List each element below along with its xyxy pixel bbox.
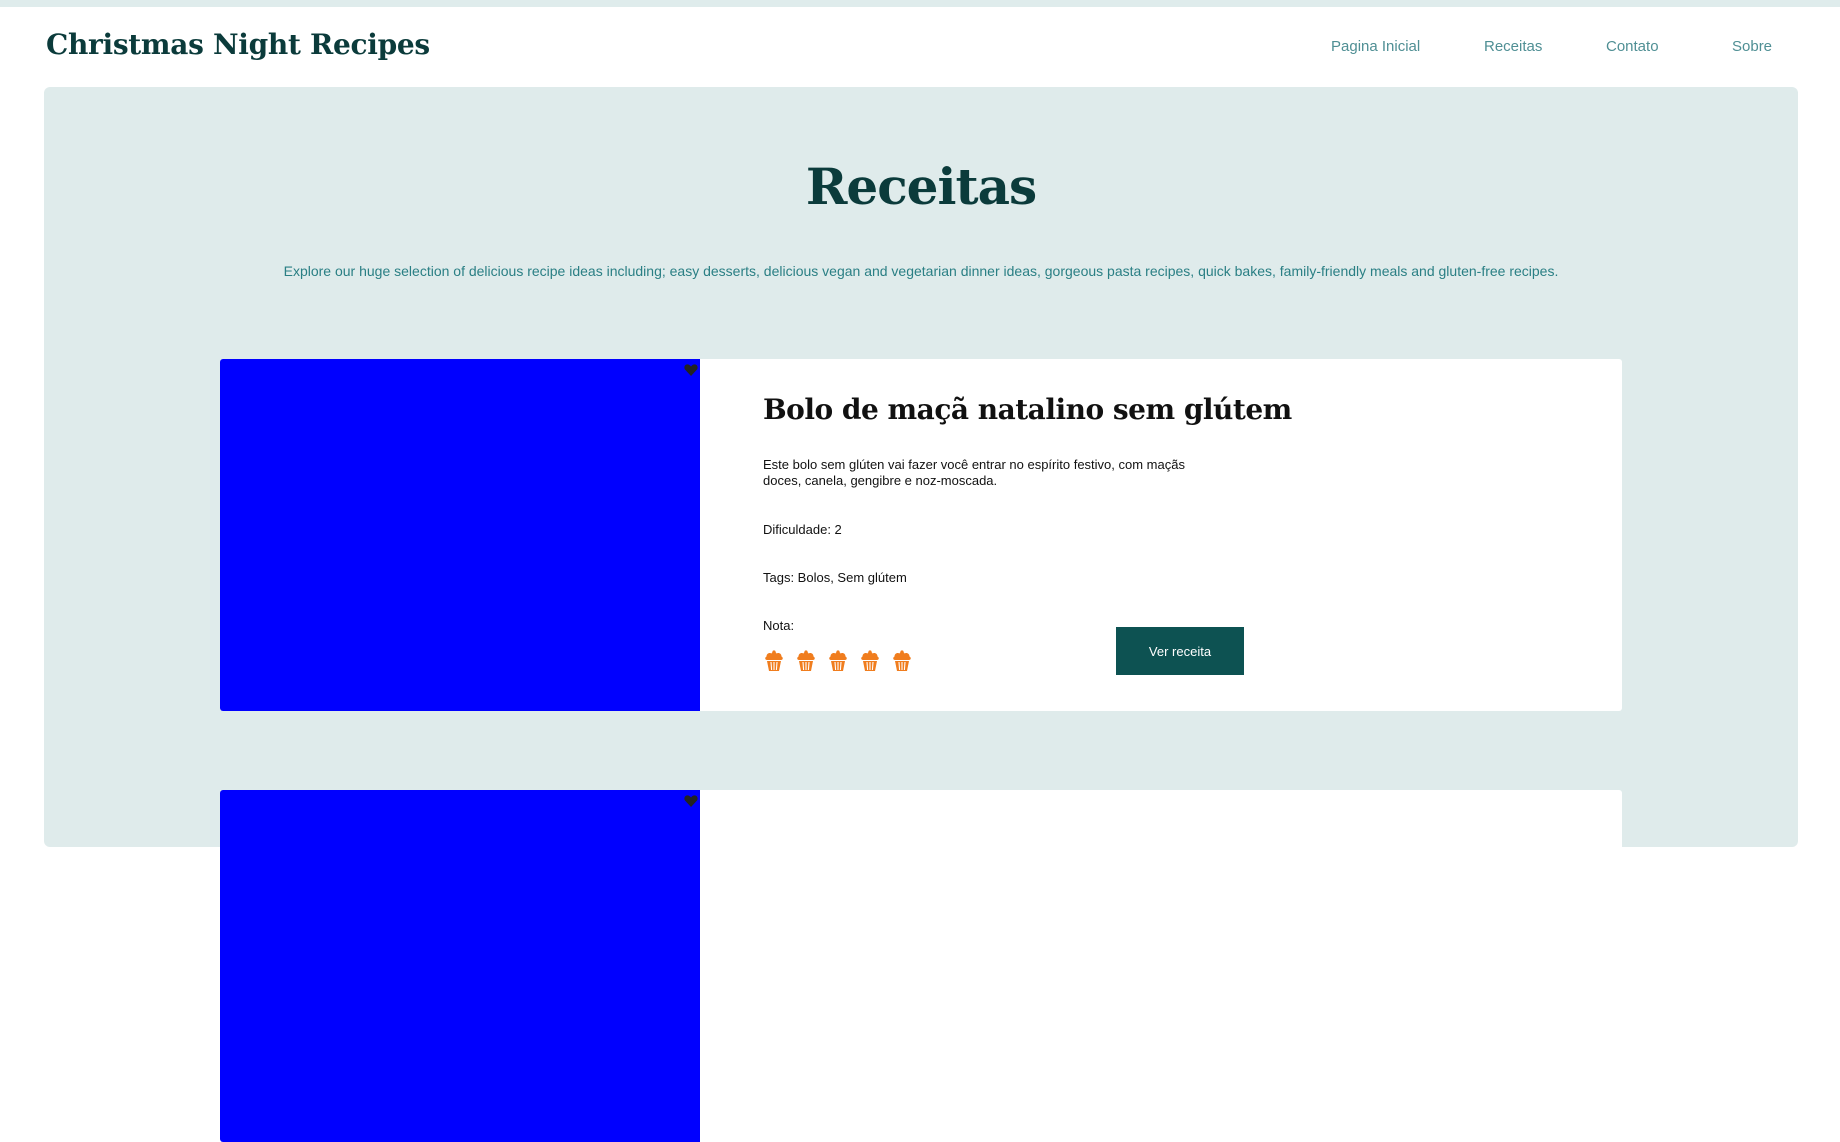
main-nav: Pagina Inicial Receitas Contato Sobre — [1300, 38, 1780, 58]
nav-link-contato[interactable]: Contato — [1606, 38, 1659, 55]
recipe-image[interactable] — [220, 359, 700, 711]
site-logo[interactable]: Christmas Night Recipes — [46, 28, 430, 61]
top-strip — [0, 0, 1840, 7]
recipe-details: Bolo de maçã natalino sem glútem Este bo… — [763, 359, 1563, 711]
cupcake-icon — [797, 650, 815, 671]
page-intro: Explore our huge selection of delicious … — [283, 263, 1559, 279]
view-recipe-button[interactable]: Ver receita — [1116, 627, 1244, 675]
recipe-image[interactable] — [220, 790, 700, 1142]
page-title: Receitas — [805, 157, 1037, 216]
nav-link-pagina-inicial[interactable]: Pagina Inicial — [1331, 38, 1420, 55]
recipe-rating — [763, 649, 933, 673]
recipe-card — [220, 790, 1622, 1142]
recipe-description: Este bolo sem glúten vai fazer você entr… — [763, 457, 1185, 488]
recipes-panel: Receitas Explore our huge selection of d… — [44, 87, 1798, 1142]
recipe-rating-label: Nota: — [763, 618, 795, 633]
recipe-difficulty: Dificuldade: 2 — [763, 522, 842, 537]
cupcake-icon — [765, 650, 783, 671]
heart-icon[interactable] — [684, 363, 698, 377]
cupcake-icon — [861, 650, 879, 671]
nav-link-receitas[interactable]: Receitas — [1484, 38, 1542, 55]
cupcake-icon — [893, 650, 911, 671]
nav-link-sobre[interactable]: Sobre — [1732, 38, 1772, 55]
cupcake-icon — [829, 650, 847, 671]
recipe-card: Bolo de maçã natalino sem glútem Este bo… — [220, 359, 1622, 711]
heart-icon[interactable] — [684, 794, 698, 808]
recipe-title[interactable]: Bolo de maçã natalino sem glútem — [763, 393, 1292, 426]
recipe-tags: Tags: Bolos, Sem glútem — [763, 570, 907, 585]
